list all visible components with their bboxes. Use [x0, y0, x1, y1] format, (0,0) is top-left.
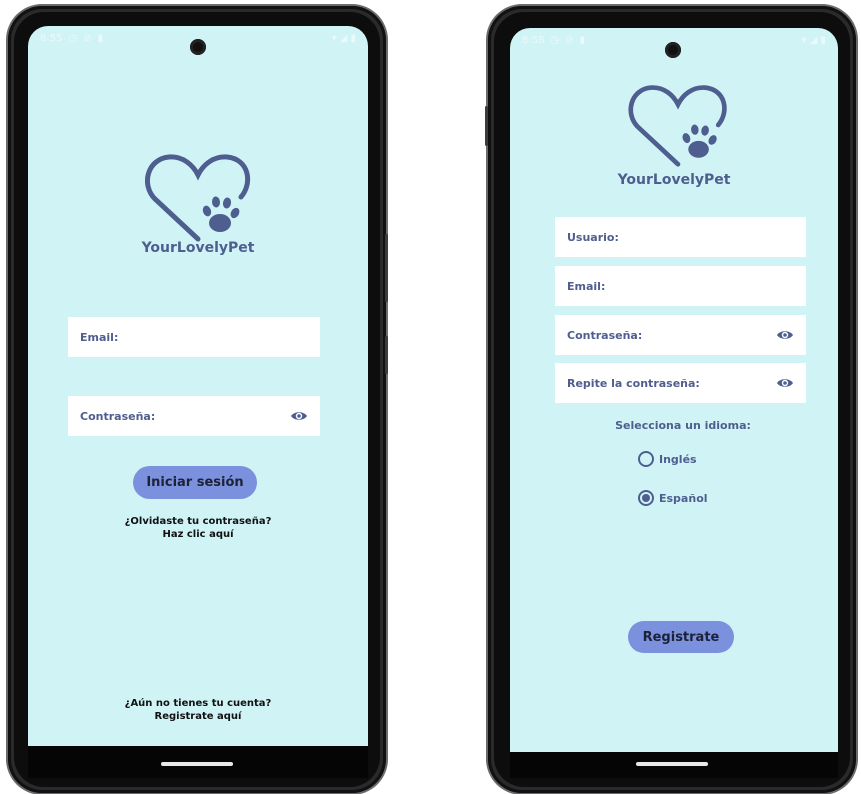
forgot-password-line2: Haz clic aquí [162, 529, 234, 540]
language-option-spanish[interactable]: Español [638, 490, 708, 506]
language-option-label: Inglés [659, 452, 697, 466]
signal-icon: ◢ [339, 32, 348, 44]
email-field[interactable]: Email: [68, 317, 320, 357]
status-time: 8:58 [522, 34, 545, 46]
side-button [485, 106, 488, 146]
email-field[interactable]: Email: [555, 266, 806, 306]
email-label: Email: [567, 279, 606, 293]
dnd-icon: ⊘ [83, 32, 92, 44]
password-label: Contraseña: [80, 409, 156, 423]
eye-icon[interactable] [776, 329, 794, 341]
home-gesture-pill[interactable] [636, 762, 708, 766]
side-button [385, 336, 388, 374]
alarm-icon: ◷ [550, 34, 560, 46]
eye-icon[interactable] [776, 377, 794, 389]
notification-icon: ▮ [97, 32, 104, 44]
email-label: Email: [80, 330, 119, 344]
login-button[interactable]: Iniciar sesión [133, 466, 257, 499]
notification-icon: ▮ [579, 34, 586, 46]
username-label: Usuario: [567, 230, 619, 244]
password-field[interactable]: Contraseña: [555, 315, 806, 355]
language-option-english[interactable]: Inglés [638, 451, 697, 467]
register-line1: ¿Aún no tienes tu cuenta? [124, 698, 272, 709]
radio-button[interactable] [638, 490, 654, 506]
wifi-icon: ▾ [801, 34, 807, 46]
register-button[interactable]: Registrate [628, 621, 734, 653]
login-screen: 8:55 ◷ ⊘ ▮ ▾ ◢ ▮ YourLovelyPet Email: Co… [28, 26, 368, 778]
camera-hole [665, 42, 681, 58]
battery-icon: ▮ [350, 32, 356, 44]
register-link[interactable]: ¿Aún no tienes tu cuenta? Registrate aqu… [28, 697, 368, 723]
side-button [385, 234, 388, 302]
language-title: Selecciona un idioma: [615, 419, 751, 432]
language-option-label: Español [659, 491, 708, 505]
register-line2: Registrate aquí [154, 711, 242, 722]
signal-icon: ◢ [809, 34, 818, 46]
wifi-icon: ▾ [331, 32, 337, 44]
register-phone-frame: 8:58 ◷ ⊘ ▮ ▾ ◢ ▮ YourLovelyPet Usuario: … [485, 6, 856, 793]
username-field[interactable]: Usuario: [555, 217, 806, 257]
dnd-icon: ⊘ [565, 34, 574, 46]
repeat-password-label: Repite la contraseña: [567, 376, 700, 390]
radio-button[interactable] [638, 451, 654, 467]
repeat-password-field[interactable]: Repite la contraseña: [555, 363, 806, 403]
register-screen: 8:58 ◷ ⊘ ▮ ▾ ◢ ▮ YourLovelyPet Usuario: … [510, 28, 838, 752]
app-name: YourLovelyPet [617, 172, 731, 188]
login-phone-frame: 8:55 ◷ ⊘ ▮ ▾ ◢ ▮ YourLovelyPet Email: Co… [8, 6, 388, 793]
password-field[interactable]: Contraseña: [68, 396, 320, 436]
heart-paw-logo [628, 85, 727, 167]
forgot-password-link[interactable]: ¿Olvidaste tu contraseña? Haz clic aquí [28, 515, 368, 541]
heart-paw-logo [145, 154, 251, 242]
home-gesture-pill[interactable] [161, 762, 233, 766]
password-label: Contraseña: [567, 328, 643, 342]
camera-hole [190, 39, 206, 55]
app-name: YourLovelyPet [141, 240, 255, 256]
eye-icon[interactable] [290, 410, 308, 422]
battery-icon: ▮ [820, 34, 826, 46]
forgot-password-line1: ¿Olvidaste tu contraseña? [124, 516, 272, 527]
status-time: 8:55 [40, 32, 63, 44]
radio-selected-dot [642, 494, 650, 502]
alarm-icon: ◷ [68, 32, 78, 44]
